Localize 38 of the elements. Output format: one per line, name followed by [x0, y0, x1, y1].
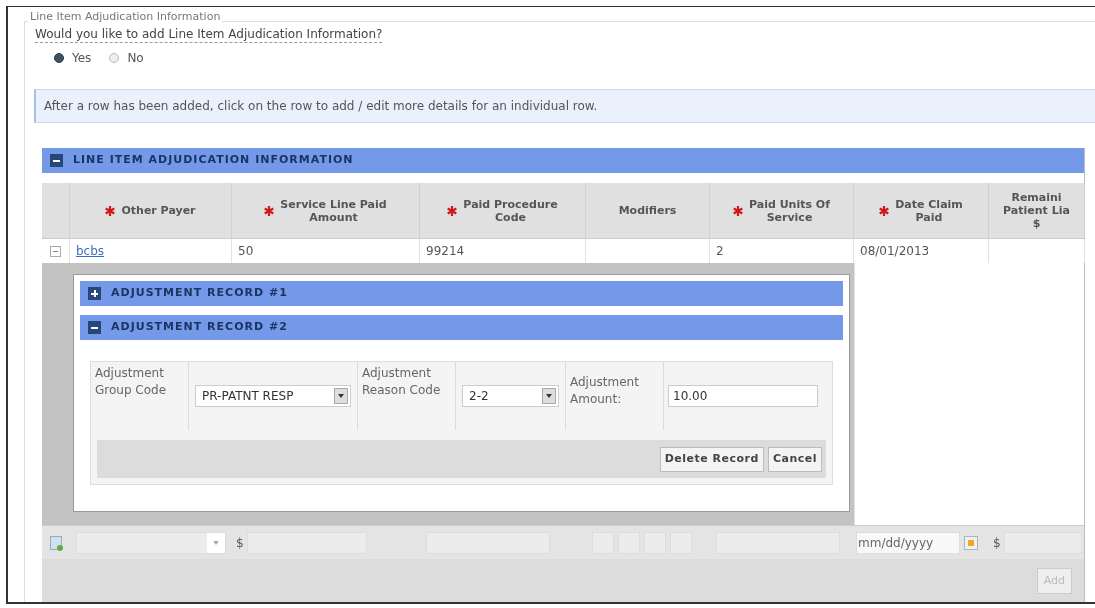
column-header: Other Payer	[70, 183, 232, 238]
collapse-icon[interactable]	[50, 154, 63, 167]
section-header[interactable]: ADJUSTMENT RECORD #2	[80, 315, 843, 340]
question-label: Would you like to add Line Item Adjudication Information?	[35, 27, 383, 43]
column-header: Paid Procedure Code	[420, 183, 586, 238]
payer-dropdown[interactable]	[76, 531, 226, 554]
info-message: After a row has been added, click on the row to add / edit more details for an individual row.	[34, 89, 1095, 123]
radio-option[interactable]: Yes	[54, 49, 92, 67]
column-header: Service Line Paid Amount	[232, 183, 420, 238]
section-title: LINE ITEM ADJUDICATION INFORMATION	[73, 152, 354, 169]
column-header: Paid Units Of Service	[710, 183, 854, 238]
column-header: Modifiers	[586, 183, 710, 238]
radio-option[interactable]: No	[109, 49, 144, 67]
date-field[interactable]: mm/dd/yyyy	[856, 531, 960, 554]
collapse-icon[interactable]	[88, 321, 101, 334]
section-header[interactable]: LINE ITEM ADJUDICATION INFORMATION	[42, 148, 1084, 173]
record-button[interactable]: Delete Record	[659, 446, 764, 472]
column-header: Date Claim Paid	[854, 183, 989, 238]
radio-button[interactable]	[109, 53, 120, 63]
field-label: Adjustment Amount:	[566, 362, 664, 430]
radio-button[interactable]	[54, 53, 64, 63]
new-row-icon[interactable]	[50, 535, 62, 550]
amount-field[interactable]: 10.00	[668, 385, 818, 407]
expand-icon[interactable]	[88, 287, 101, 300]
column-header: Remaini Patient Lia $	[989, 183, 1085, 238]
section-header[interactable]: ADJUSTMENT RECORD #1	[80, 281, 843, 306]
dropdown[interactable]: PR-PATNT RESP	[195, 385, 351, 407]
section-title: ADJUSTMENT RECORD #1	[111, 285, 288, 302]
payer-link[interactable]: bcbs	[76, 242, 105, 260]
dropdown[interactable]: 2-2	[462, 385, 559, 407]
record-button[interactable]: Cancel	[767, 446, 822, 472]
calendar-icon[interactable]	[964, 535, 978, 550]
currency-symbol: $	[236, 534, 244, 552]
section-title: ADJUSTMENT RECORD #2	[111, 319, 288, 336]
field-label: Adjustment Group Code	[91, 362, 189, 430]
currency-symbol: $	[993, 534, 1001, 552]
fieldset-legend: Line Item Adjudication Information	[28, 11, 223, 22]
field-label: Adjustment Reason Code	[358, 362, 456, 430]
